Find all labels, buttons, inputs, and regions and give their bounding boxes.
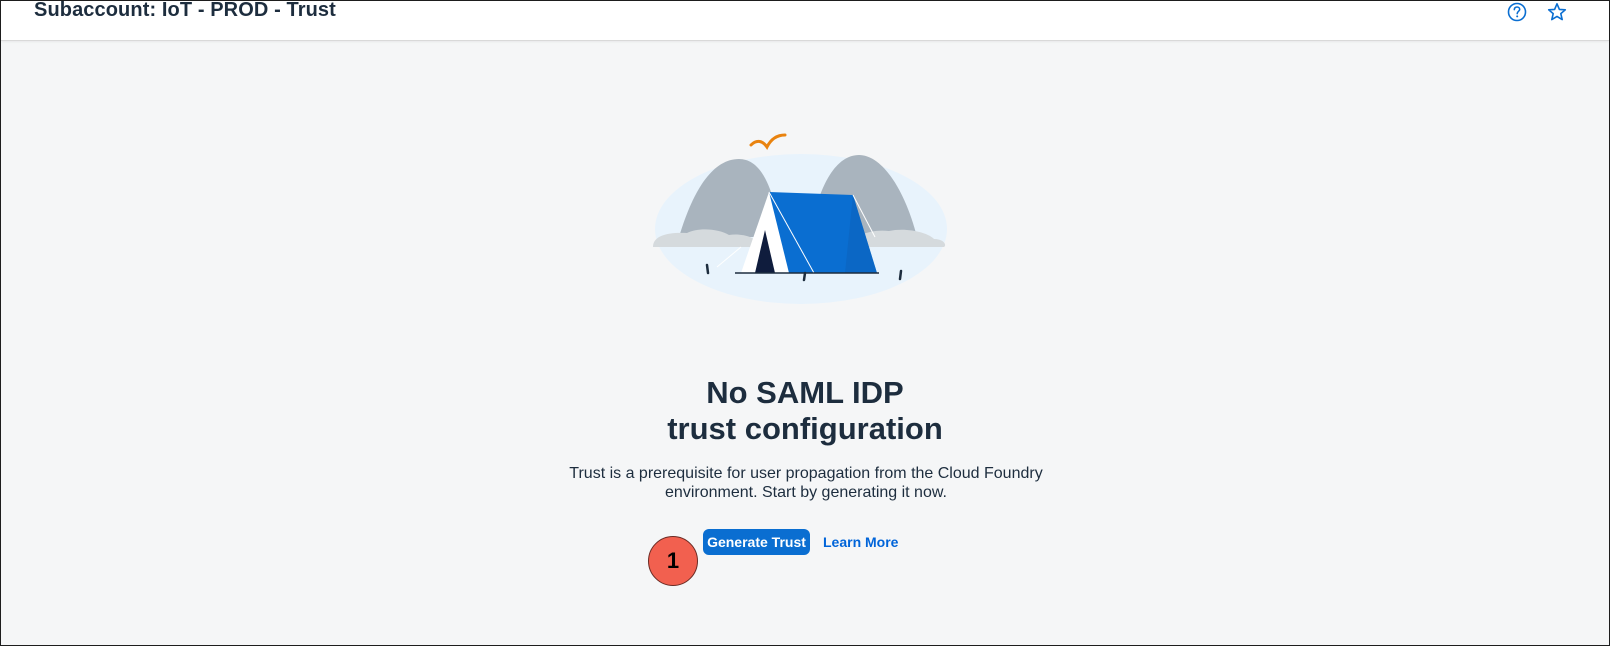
page-header: Subaccount: IoT - PROD - Trust: [1, 1, 1609, 41]
step-marker-badge: 1: [648, 536, 698, 586]
app-window: Subaccount: IoT - PROD - Trust No SAML I…: [0, 0, 1610, 646]
empty-state-description: Trust is a prerequisite for user propaga…: [569, 465, 1043, 501]
tent-illustration: [649, 127, 957, 307]
empty-state-title-line2: trust configuration: [667, 411, 943, 446]
empty-state-title: No SAML IDP trust configuration: [1, 375, 1609, 447]
learn-more-link[interactable]: Learn More: [823, 529, 898, 555]
help-icon[interactable]: [1506, 1, 1528, 23]
empty-state-title-line1: No SAML IDP: [706, 375, 904, 410]
generate-trust-button[interactable]: Generate Trust: [703, 529, 810, 555]
page-title: Subaccount: IoT - PROD - Trust: [34, 0, 336, 21]
star-icon[interactable]: [1546, 1, 1568, 23]
